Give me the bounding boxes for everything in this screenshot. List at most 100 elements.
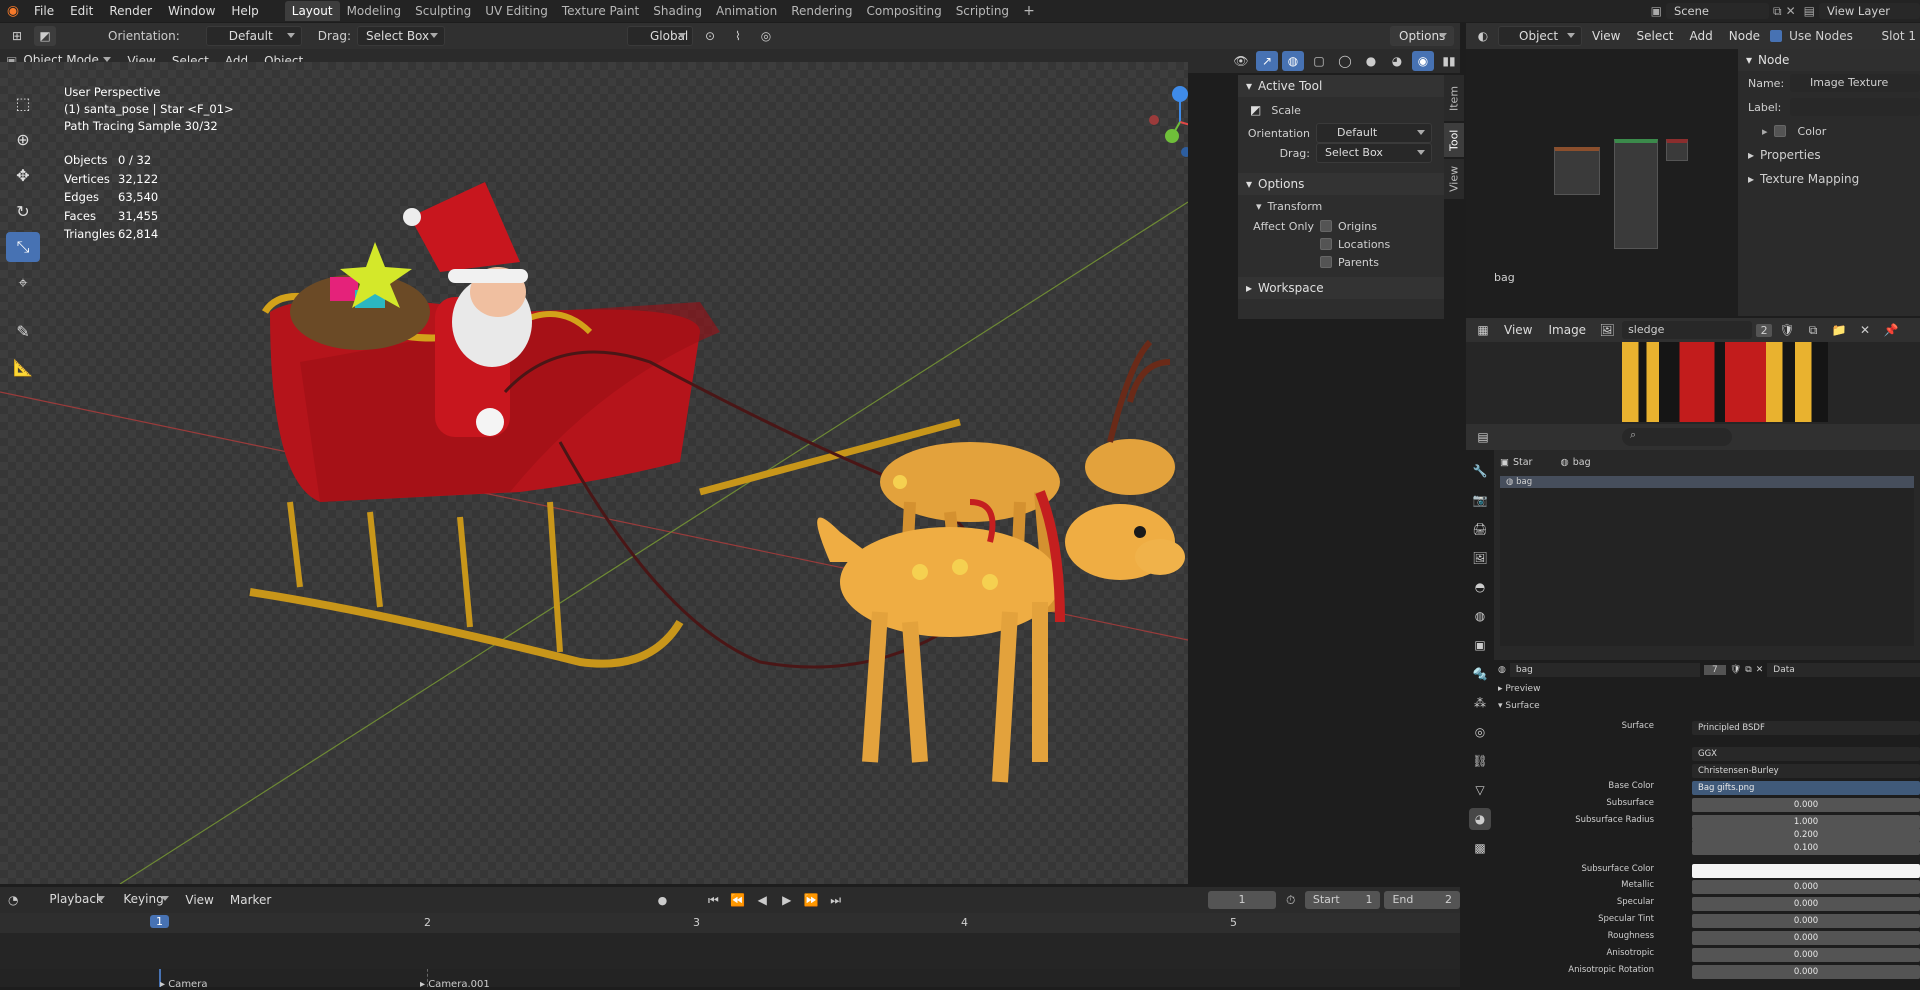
material-property-field[interactable]: 0.000: [1692, 798, 1920, 812]
menu-edit[interactable]: Edit: [62, 0, 101, 22]
physics-tab-icon[interactable]: ◎: [1469, 721, 1491, 743]
object-breadcrumb[interactable]: Star: [1513, 457, 1532, 468]
cursor-icon[interactable]: ⊕: [6, 124, 40, 154]
workspace-header[interactable]: ▸ Workspace: [1238, 277, 1444, 299]
rotate-icon[interactable]: ↻: [6, 196, 40, 226]
node-menu-select[interactable]: Select: [1630, 29, 1679, 43]
next-keyframe-icon[interactable]: ⏩: [801, 890, 821, 910]
drag-dropdown[interactable]: Select Box: [356, 26, 445, 46]
material-property-field[interactable]: 0.000: [1692, 880, 1920, 894]
wireframe-shading-icon[interactable]: ◯: [1334, 51, 1356, 71]
slot-dropdown[interactable]: Slot 1: [1882, 29, 1920, 43]
gizmo-toggle-icon[interactable]: ↗: [1256, 51, 1278, 71]
workspace-tab-uv-editing[interactable]: UV Editing: [478, 1, 555, 21]
workspace-tab-rendering[interactable]: Rendering: [784, 1, 859, 21]
material-property-field[interactable]: 0.200: [1692, 828, 1920, 842]
camera-marker[interactable]: ▸ Camera: [160, 979, 207, 990]
origins-checkbox[interactable]: [1320, 220, 1332, 232]
overlay-toggle-icon[interactable]: ◍: [1282, 51, 1304, 71]
proportional-edit-icon[interactable]: ◎: [755, 26, 777, 46]
timeline-marker-menu[interactable]: Marker: [224, 893, 277, 907]
material-shading-icon[interactable]: ◕: [1386, 51, 1408, 71]
locations-checkbox[interactable]: [1320, 238, 1332, 250]
object-tab-icon[interactable]: ▣: [1469, 634, 1491, 656]
workspace-tab-scripting[interactable]: Scripting: [949, 1, 1016, 21]
node-label-field[interactable]: [1790, 98, 1920, 116]
camera-001-marker[interactable]: ▸ Camera.001: [420, 979, 490, 990]
material-fake-user-icon[interactable]: 🛡: [1730, 665, 1741, 675]
timeline-scrub-area[interactable]: [0, 933, 1460, 969]
transform-icon[interactable]: ⌖: [6, 268, 40, 298]
workspace-tab-sculpting[interactable]: Sculpting: [408, 1, 478, 21]
color-checkbox[interactable]: [1773, 125, 1786, 137]
preview-section[interactable]: ▸ Preview: [1498, 684, 1540, 694]
material-property-field[interactable]: Bag gifts.png: [1692, 781, 1920, 795]
constraints-tab-icon[interactable]: ⛓: [1469, 750, 1491, 772]
transform-orientation-dropdown[interactable]: Global: [626, 26, 693, 46]
texture-mapping-section[interactable]: ▸ Texture Mapping: [1738, 167, 1920, 191]
visibility-icon[interactable]: 👁: [1230, 51, 1252, 71]
material-property-field[interactable]: 0.000: [1692, 897, 1920, 911]
image-canvas[interactable]: [1466, 342, 1920, 424]
world-tab-icon[interactable]: ◍: [1469, 605, 1491, 627]
view-layer-name[interactable]: View Layer: [1818, 3, 1920, 19]
menu-render[interactable]: Render: [101, 0, 160, 22]
navigation-gizmo[interactable]: [1140, 82, 1188, 162]
sidebar-toggle-icon[interactable]: ▮▮: [1438, 51, 1460, 71]
properties-editor-type-icon[interactable]: ▤: [1472, 427, 1494, 447]
play-reverse-icon[interactable]: ◀: [752, 890, 772, 910]
material-property-field[interactable]: 0.000: [1692, 965, 1920, 979]
new-image-icon[interactable]: ⧉: [1802, 320, 1824, 340]
material-property-field[interactable]: 0.000: [1692, 931, 1920, 945]
blender-logo-icon[interactable]: ◉: [0, 0, 26, 22]
view-layer-selector[interactable]: ▤ View Layer: [1804, 3, 1920, 19]
frame-1-marker[interactable]: 1: [150, 915, 169, 928]
current-frame-field[interactable]: 1: [1207, 891, 1277, 909]
node-menu-view[interactable]: View: [1586, 29, 1626, 43]
delete-scene-icon[interactable]: ✕: [1786, 4, 1796, 18]
properties-search-field[interactable]: ⌕: [1622, 428, 1732, 446]
end-frame-field[interactable]: End 2: [1384, 891, 1460, 909]
view-layer-tab-icon[interactable]: 🖼: [1469, 547, 1491, 569]
sidebar-tab-view[interactable]: View: [1444, 159, 1464, 199]
material-tab-icon[interactable]: ◕: [1469, 808, 1491, 830]
image-users-count[interactable]: 2: [1756, 323, 1773, 337]
material-slot-row[interactable]: ◍ bag: [1500, 476, 1914, 488]
keying-menu[interactable]: Keying: [115, 890, 175, 910]
workspace-tab-texture-paint[interactable]: Texture Paint: [555, 1, 646, 21]
npanel-drag-dropdown[interactable]: Select Box: [1316, 143, 1432, 163]
node-editor-type-icon[interactable]: ◐: [1472, 26, 1494, 46]
material-name-field[interactable]: bag: [1509, 663, 1700, 677]
modifier-tab-icon[interactable]: 🔩: [1469, 663, 1491, 685]
move-icon[interactable]: ✥: [6, 160, 40, 190]
material-copy-icon[interactable]: ⧉: [1745, 665, 1751, 675]
scene-tab-icon[interactable]: ◓: [1469, 576, 1491, 598]
material-link-dropdown[interactable]: Data: [1767, 663, 1920, 677]
image-name-field[interactable]: sledge: [1622, 321, 1753, 339]
timeline-ruler[interactable]: 1 2 3 4 5: [0, 913, 1460, 933]
record-icon[interactable]: ●: [658, 894, 668, 907]
image-texture-node[interactable]: [1554, 147, 1600, 195]
image-browse-icon[interactable]: 🖼: [1596, 320, 1618, 340]
options-dropdown[interactable]: Options: [1390, 26, 1454, 46]
pivot-icon[interactable]: ⊙: [699, 26, 721, 46]
scale-tool-icon[interactable]: ◩: [34, 26, 56, 46]
open-image-icon[interactable]: 📁: [1828, 320, 1850, 340]
options-header[interactable]: ▾ Options: [1238, 173, 1444, 195]
rendered-shading-icon[interactable]: ◉: [1412, 51, 1434, 71]
workspace-tab-modeling[interactable]: Modeling: [340, 1, 409, 21]
menu-window[interactable]: Window: [160, 0, 223, 22]
measure-icon[interactable]: 📐: [6, 352, 40, 382]
select-box-icon[interactable]: ⬚: [6, 88, 40, 118]
tool-tab-icon[interactable]: 🔧: [1469, 460, 1491, 482]
playback-menu[interactable]: Playback: [41, 890, 111, 910]
material-slot-list[interactable]: ◍ bag: [1500, 476, 1914, 646]
material-browse-icon[interactable]: ◍: [1498, 665, 1506, 675]
snap-icon[interactable]: ⌇: [727, 26, 749, 46]
surface-section[interactable]: ▾ Surface: [1498, 701, 1540, 711]
material-property-field[interactable]: 0.100: [1692, 841, 1920, 855]
menu-file[interactable]: File: [26, 0, 62, 22]
sidebar-tab-item[interactable]: Item: [1444, 75, 1464, 121]
workspace-tab-compositing[interactable]: Compositing: [859, 1, 948, 21]
material-property-field[interactable]: 0.000: [1692, 948, 1920, 962]
